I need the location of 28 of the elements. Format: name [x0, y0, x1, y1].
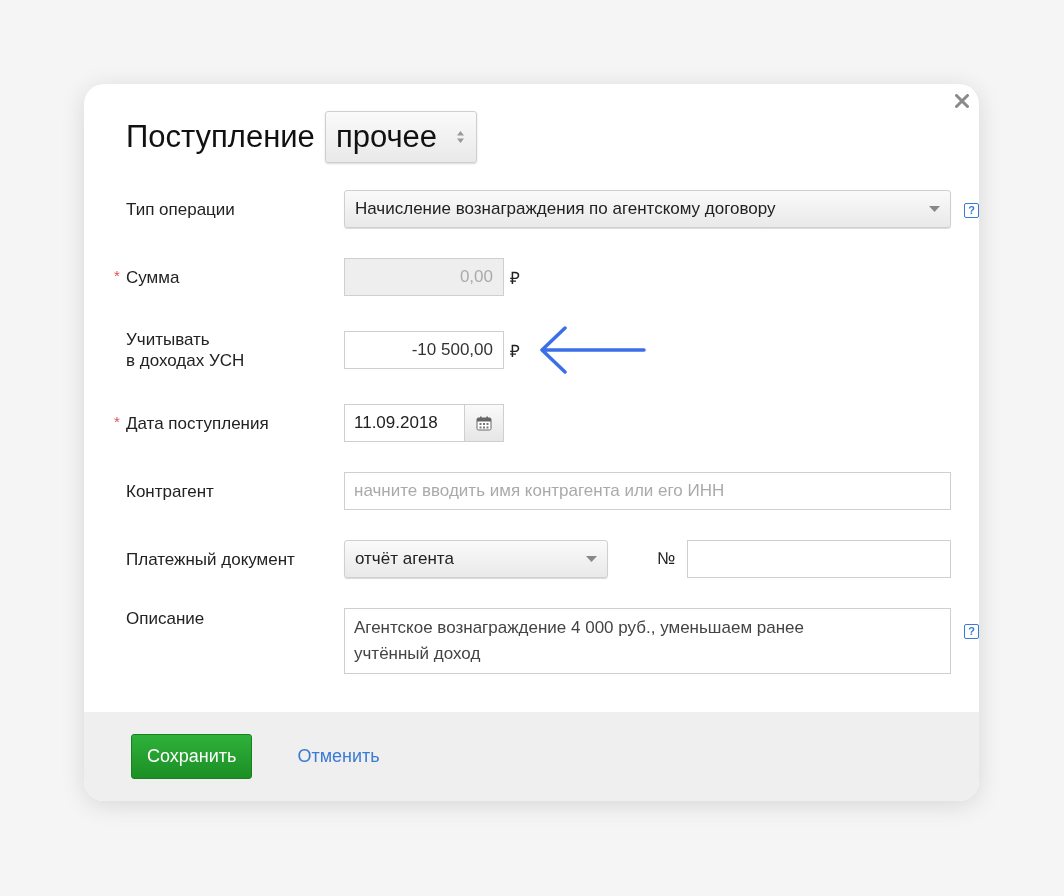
help-icon[interactable]: ?: [964, 624, 979, 639]
document-number-field[interactable]: [687, 540, 951, 578]
document-type-dropdown[interactable]: отчёт агента: [344, 540, 608, 578]
amount-field[interactable]: -10 500,00: [344, 331, 504, 369]
sort-arrows-icon: [457, 131, 465, 143]
cancel-link[interactable]: Отменить: [297, 746, 380, 767]
caret-icon: [929, 206, 940, 212]
calendar-icon: [476, 415, 492, 431]
field-label: Тип операции: [126, 198, 236, 220]
close-icon[interactable]: [955, 94, 969, 108]
operation-type-dropdown[interactable]: Начисление вознаграждения по агентскому договору: [344, 190, 951, 228]
number-label: №: [657, 549, 677, 569]
help-icon[interactable]: ?: [964, 203, 979, 218]
dialog-title: Поступление: [126, 119, 315, 155]
currency-sign: ₽: [510, 340, 520, 362]
currency-sign: ₽: [510, 267, 520, 289]
field-label: Учитывать в доходах УСН: [126, 329, 246, 371]
calendar-button[interactable]: [464, 405, 503, 441]
receipt-type-selector[interactable]: прочее: [324, 111, 478, 163]
field-label: Описание: [126, 608, 206, 629]
required-asterisk: *: [114, 411, 120, 432]
field-label: Контрагент: [126, 480, 215, 502]
field-label: Платежный документ: [126, 548, 296, 570]
required-asterisk: *: [114, 265, 120, 286]
description-field[interactable]: Агентское вознаграждение 4 000 руб., уменьшаем ранее учтённый доход: [344, 608, 951, 674]
date-field[interactable]: 11.09.2018: [344, 404, 504, 442]
counterparty-field[interactable]: начните вводить имя контрагента или его ИНН: [344, 472, 951, 510]
caret-icon: [586, 556, 597, 562]
